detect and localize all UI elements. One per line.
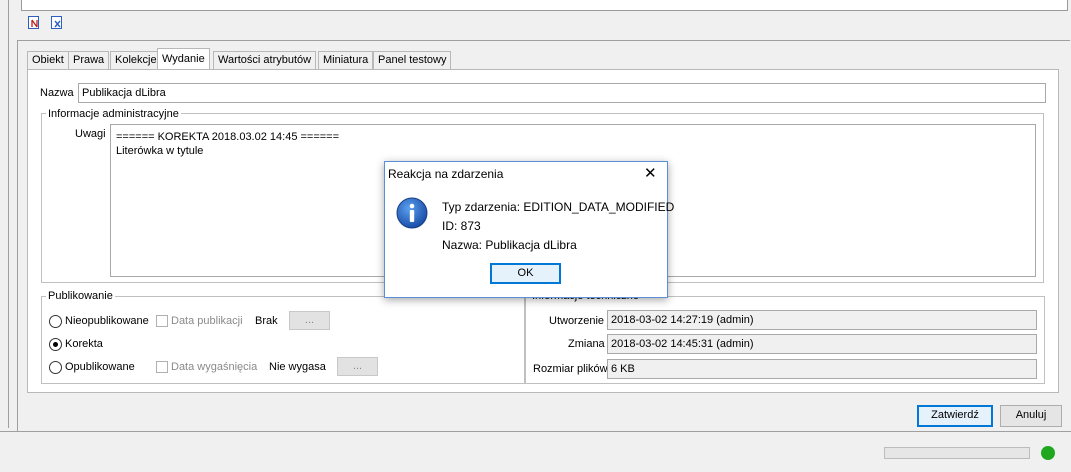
top-list-area: [21, 0, 1068, 11]
dialog-body: Typ zdarzenia: EDITION_DATA_MODIFIED ID:…: [385, 186, 674, 297]
ok-button[interactable]: OK: [490, 263, 561, 284]
event-id-text: ID: 873: [442, 219, 481, 233]
radio-unpublished[interactable]: [49, 315, 62, 328]
document-red-icon[interactable]: [28, 16, 39, 29]
pub-date-value: Brak: [255, 315, 278, 327]
tab-kolekcje[interactable]: Kolekcje: [110, 51, 162, 70]
correction-label: Korekta: [65, 338, 103, 350]
created-field[interactable]: 2018-03-02 14:27:19 (admin): [607, 310, 1037, 330]
expiry-date-checkbox[interactable]: [156, 361, 168, 373]
modified-field[interactable]: 2018-03-02 14:45:31 (admin): [607, 334, 1037, 354]
tab-miniatura[interactable]: Miniatura: [318, 51, 374, 70]
radio-correction[interactable]: [49, 338, 62, 351]
expiry-date-picker-button[interactable]: ...: [337, 357, 378, 376]
cancel-button[interactable]: Anuluj: [1000, 405, 1062, 427]
pub-date-label: Data publikacji: [171, 315, 243, 327]
modified-label: Zmiana: [568, 338, 605, 350]
event-dialog: Reakcja na zdarzenia ✕ Typ zdarzenia: ED…: [384, 161, 674, 298]
published-label: Opublikowane: [65, 361, 135, 373]
confirm-button[interactable]: Zatwierdź: [917, 405, 993, 427]
size-label: Rozmiar plików: [533, 363, 608, 375]
created-label: Utworzenie: [549, 315, 605, 327]
tab-obiekt[interactable]: Obiekt: [27, 51, 69, 70]
dialog-titlebar: Reakcja na zdarzenia ✕: [385, 162, 667, 186]
notes-label: Uwagi: [75, 128, 106, 140]
expiry-date-value: Nie wygasa: [269, 361, 326, 373]
publishing-title: Publikowanie: [46, 290, 115, 302]
left-pane: [0, 0, 9, 428]
name-label: Nazwa: [40, 87, 74, 99]
size-field[interactable]: 6 KB: [607, 359, 1037, 379]
pub-date-checkbox[interactable]: [156, 315, 168, 327]
radio-published[interactable]: [49, 361, 62, 374]
tab-prawa[interactable]: Prawa: [68, 51, 110, 70]
pub-date-picker-button[interactable]: ...: [289, 311, 330, 330]
notes-line-1: ====== KOREKTA 2018.03.02 14:45 ======: [116, 131, 340, 143]
expiry-date-label: Data wygaśnięcia: [171, 361, 258, 373]
tab-panel-testowy[interactable]: Panel testowy: [373, 51, 452, 70]
event-type-text: Typ zdarzenia: EDITION_DATA_MODIFIED: [442, 200, 675, 214]
status-indicator-icon: [1041, 446, 1055, 460]
close-icon[interactable]: ✕: [644, 164, 657, 182]
notes-line-2: Literówka w tytule: [116, 145, 204, 157]
admin-info-title: Informacje administracyjne: [46, 108, 181, 120]
unpublished-label: Nieopublikowane: [65, 315, 149, 327]
status-bar: [0, 431, 1071, 472]
progress-bar: [884, 447, 1030, 459]
tab-wartosci-atrybutow[interactable]: Wartości atrybutów: [213, 51, 317, 70]
tab-wydanie[interactable]: Wydanie: [157, 48, 210, 70]
event-name-text: Nazwa: Publikacja dLibra: [442, 238, 577, 252]
document-x-icon[interactable]: [51, 16, 62, 29]
name-field[interactable]: Publikacja dLibra: [78, 83, 1046, 103]
info-icon: [396, 197, 428, 232]
dialog-title: Reakcja na zdarzenia: [388, 167, 504, 181]
